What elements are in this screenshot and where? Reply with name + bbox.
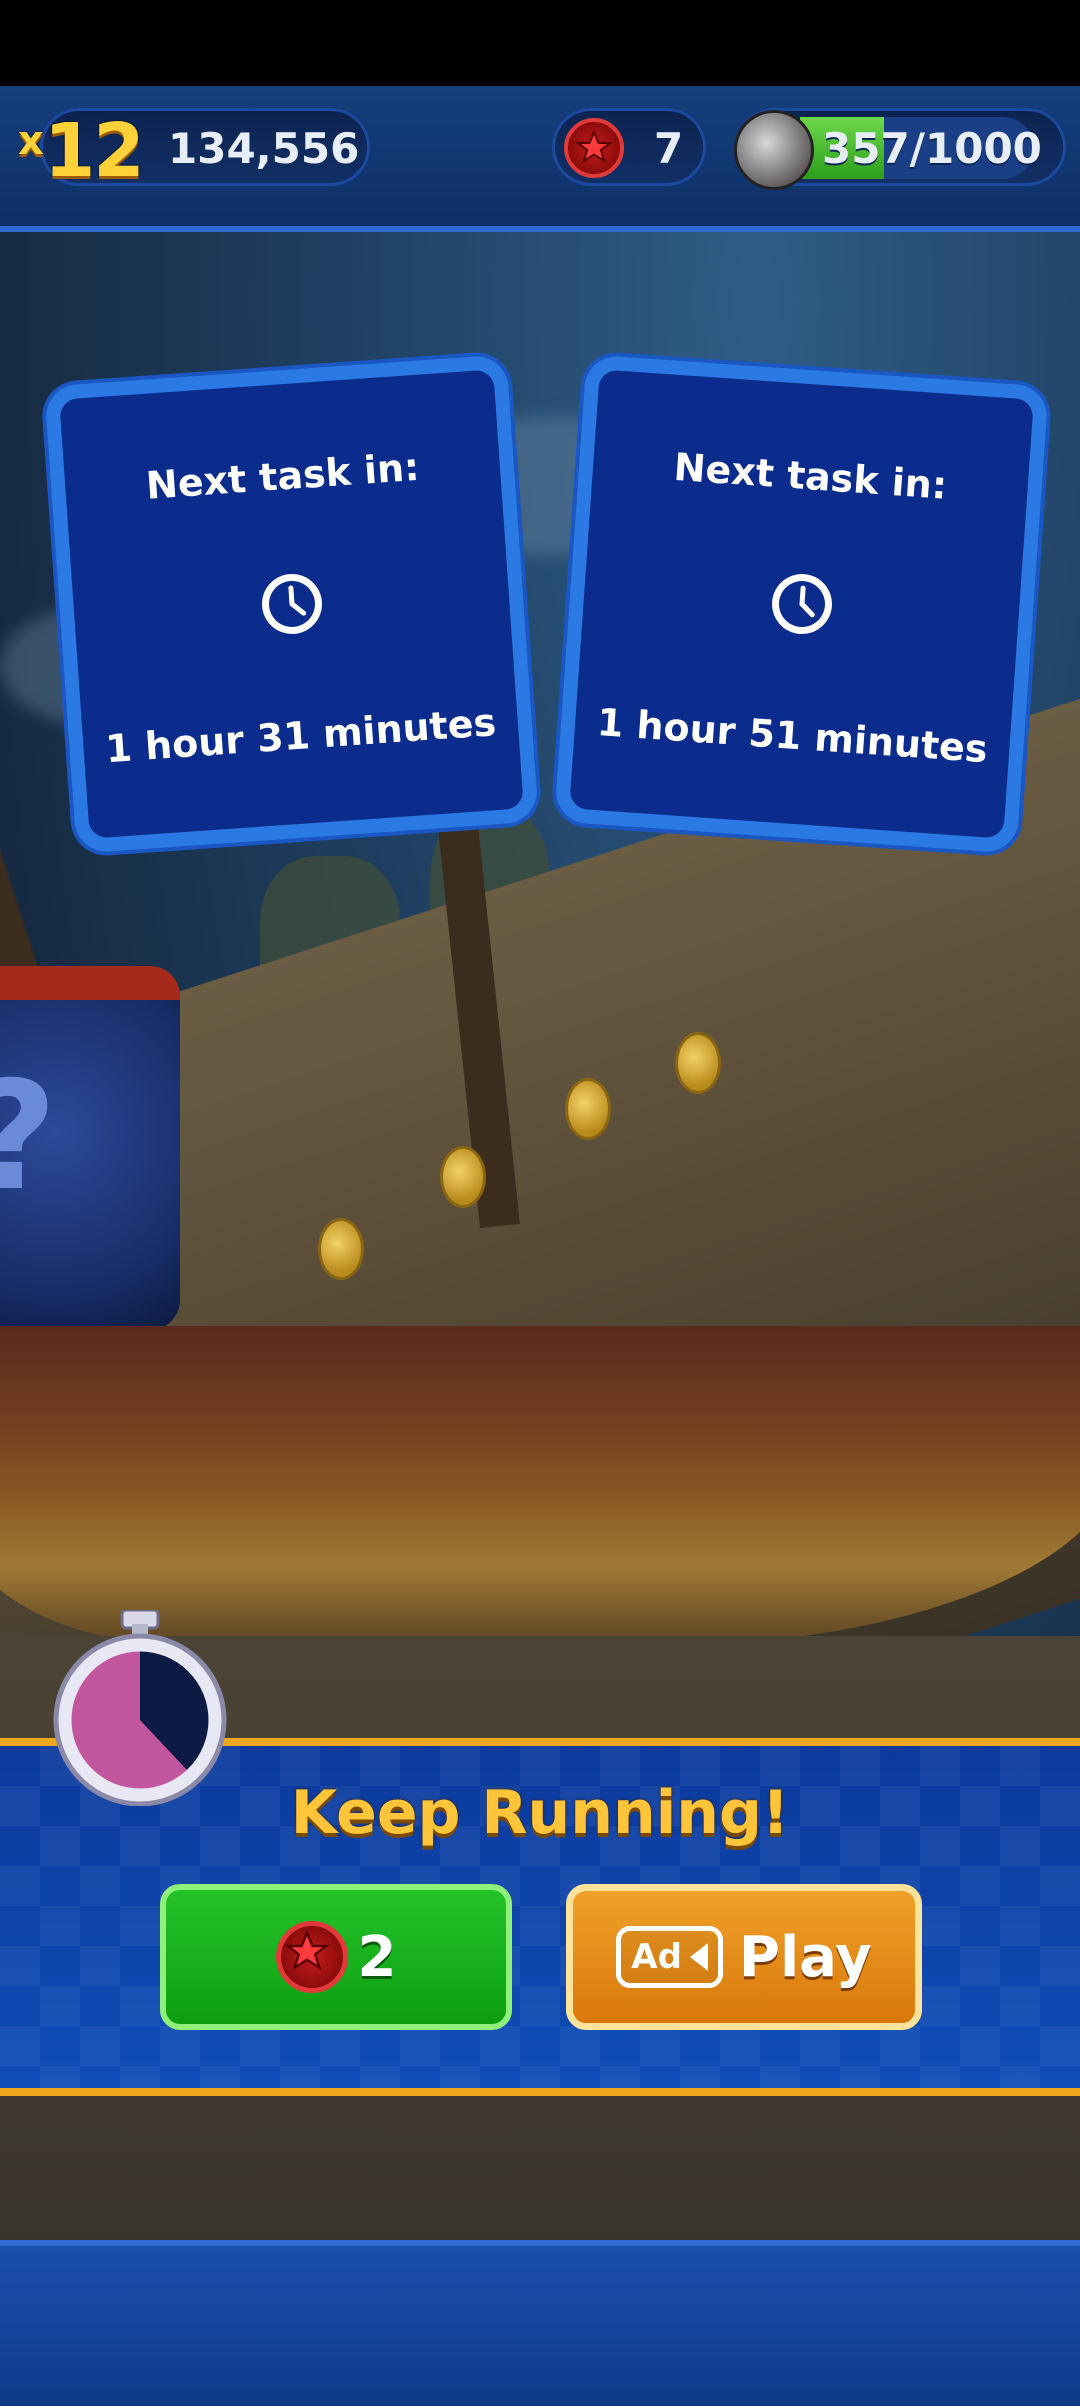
score-value: 134,556 <box>168 124 360 173</box>
badnik-robot-icon <box>734 110 814 190</box>
clock-icon <box>261 574 322 634</box>
video-ad-icon: Ad <box>616 1926 723 1988</box>
task-card-1[interactable]: Next task in: 1 hour 31 minutes <box>44 354 539 854</box>
top-hud: x12 134,556 7 357/1000 <box>0 86 1080 232</box>
ring-cost: 2 <box>357 1924 397 1990</box>
multiplier-value: 12 <box>43 108 145 194</box>
coin <box>440 1146 486 1208</box>
play-label: Play <box>738 1924 872 1990</box>
task-card-label: Next task in: <box>672 444 949 508</box>
bottom-bar <box>0 2240 1080 2406</box>
coin <box>318 1218 364 1280</box>
keep-running-title: Keep Running! <box>290 1778 790 1848</box>
mystery-symbol: ? <box>0 1050 57 1224</box>
ad-badge-label: Ad <box>631 1937 682 1977</box>
score-multiplier: x12 <box>18 108 145 194</box>
status-bar <box>0 0 1080 86</box>
camera-icon <box>689 1943 708 1971</box>
stopwatch-timer-icon <box>53 1610 227 1806</box>
task-card-time: 1 hour 51 minutes <box>595 700 989 772</box>
red-star-ring-icon <box>564 118 624 178</box>
continue-with-rings-button[interactable]: 2 <box>160 1884 512 2030</box>
energy-value: 357/1000 <box>822 124 1042 173</box>
boat <box>0 1326 1080 1646</box>
red-star-ring-icon <box>275 1921 348 1993</box>
red-ring-count: 7 <box>654 124 684 173</box>
coin <box>565 1078 611 1140</box>
multiplier-prefix: x <box>18 118 44 164</box>
task-card-label: Next task in: <box>144 444 421 508</box>
mystery-box: ? <box>0 966 180 1330</box>
clock-icon <box>771 573 832 634</box>
task-card-2[interactable]: Next task in: 1 hour 51 minutes <box>554 354 1049 854</box>
watch-ad-play-button[interactable]: Ad Play <box>566 1884 922 2030</box>
coin <box>675 1032 721 1094</box>
task-card-time: 1 hour 31 minutes <box>104 700 498 772</box>
